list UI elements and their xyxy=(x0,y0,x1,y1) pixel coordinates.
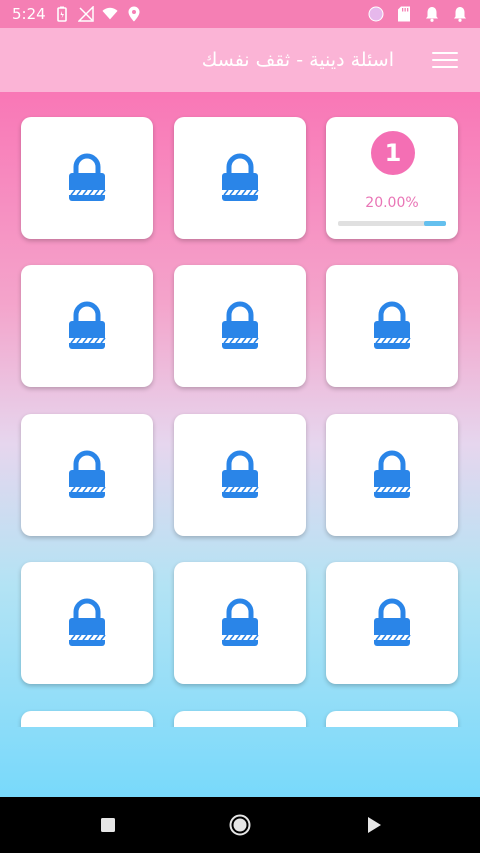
locked-level-card[interactable] xyxy=(326,711,458,727)
page-title: اسئلة دينية - ثقف نفسك xyxy=(201,49,394,71)
level-progress-text: 20.00% xyxy=(365,195,419,211)
lock-icon xyxy=(221,598,259,648)
lock-icon xyxy=(221,301,259,351)
locked-level-card[interactable] xyxy=(174,711,306,727)
menu-button[interactable] xyxy=(432,48,458,72)
lock-icon xyxy=(221,450,259,500)
status-bar: 5:24 xyxy=(0,0,480,28)
menu-icon-bar xyxy=(432,66,458,68)
levels-screen: 1 20.00% xyxy=(0,92,480,797)
menu-icon-bar xyxy=(432,59,458,61)
level-progress-bar xyxy=(338,221,446,226)
level-card-1[interactable]: 1 20.00% xyxy=(326,117,458,239)
recents-icon[interactable] xyxy=(96,813,120,837)
home-icon[interactable] xyxy=(228,813,252,837)
lock-icon xyxy=(68,598,106,648)
lock-icon xyxy=(68,301,106,351)
locked-level-card[interactable] xyxy=(174,265,306,387)
system-nav-bar xyxy=(0,797,480,853)
levels-grid: 1 20.00% xyxy=(0,92,480,727)
sd-card-icon xyxy=(396,6,412,22)
locked-level-card[interactable] xyxy=(326,562,458,684)
location-icon xyxy=(126,6,142,22)
notification-icon xyxy=(452,6,468,22)
locked-level-card[interactable] xyxy=(326,265,458,387)
locked-level-card[interactable] xyxy=(174,414,306,536)
lock-icon xyxy=(68,153,106,203)
locked-level-card[interactable] xyxy=(21,265,153,387)
level-number-badge: 1 xyxy=(371,131,415,175)
lock-icon xyxy=(373,450,411,500)
locked-level-card[interactable] xyxy=(21,711,153,727)
status-time: 5:24 xyxy=(12,5,46,23)
level-progress-fill xyxy=(424,221,446,226)
battery-saver-icon xyxy=(54,6,70,22)
menu-icon-bar xyxy=(432,52,458,54)
wifi-icon xyxy=(102,6,118,22)
lock-icon xyxy=(68,450,106,500)
locked-level-card[interactable] xyxy=(21,562,153,684)
locked-level-card[interactable] xyxy=(174,562,306,684)
circle-icon xyxy=(368,6,384,22)
app-bar: اسئلة دينية - ثقف نفسك xyxy=(0,28,480,92)
locked-level-card[interactable] xyxy=(21,414,153,536)
lock-icon xyxy=(373,598,411,648)
locked-level-card[interactable] xyxy=(21,117,153,239)
no-signal-icon xyxy=(77,6,94,22)
notification-icon xyxy=(424,6,440,22)
lock-icon xyxy=(221,153,259,203)
lock-icon xyxy=(373,301,411,351)
locked-level-card[interactable] xyxy=(174,117,306,239)
back-icon[interactable] xyxy=(362,813,386,837)
locked-level-card[interactable] xyxy=(326,414,458,536)
